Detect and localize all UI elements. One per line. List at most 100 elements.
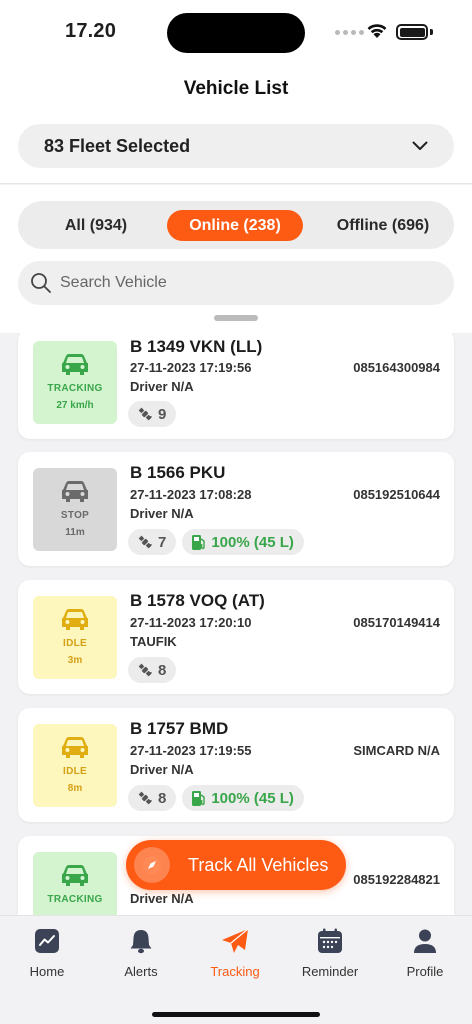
info-chips: 7 100% (45 L) [128, 529, 304, 555]
driver-name: Driver N/A [130, 762, 194, 777]
vehicle-list[interactable]: TRACKING 27 km/h B 1349 VKN (LL) 27-11-2… [0, 333, 472, 915]
phone-number: 085192510644 [353, 487, 440, 502]
tab-label: Home [29, 964, 65, 979]
track-all-vehicles-button[interactable]: Track All Vehicles [126, 840, 346, 890]
car-icon [62, 481, 88, 502]
fuel-pump-icon [192, 534, 206, 550]
fuel-chip: 100% (45 L) [182, 529, 304, 555]
last-update: 27-11-2023 17:20:10 [130, 615, 252, 630]
tab-label: Alerts [124, 964, 158, 979]
compass-icon [134, 847, 170, 883]
tab-profile[interactable]: Profile [378, 928, 472, 979]
info-chips: 8 100% (45 L) [128, 785, 304, 811]
header: Vehicle List 83 Fleet Selected [0, 62, 472, 184]
status-badge: TRACKING 27 km/h [33, 341, 117, 424]
bottom-tab-bar: Home Alerts Tracking Reminder Profile [0, 915, 472, 1024]
status-badge: STOP 11m [33, 468, 117, 551]
home-indicator [152, 1012, 320, 1017]
satellite-count: 9 [158, 405, 167, 423]
satellite-chip: 7 [128, 529, 177, 555]
plate-number: B 1566 PKU [130, 463, 226, 482]
cellular-signal-icon [335, 30, 364, 35]
plate-number: B 1578 VOQ (AT) [130, 591, 265, 610]
satellite-count: 8 [158, 789, 167, 807]
wifi-icon [367, 24, 387, 38]
status-filter: All (934) Online (238) Offline (696) [18, 201, 454, 249]
chevron-down-icon [412, 141, 428, 150]
tab-label: Tracking [210, 964, 260, 979]
phone-number: SIMCARD N/A [353, 743, 440, 758]
search-input[interactable] [60, 274, 420, 292]
vehicle-card[interactable]: IDLE 8m B 1757 BMD 27-11-2023 17:19:55 S… [18, 708, 454, 822]
info-chips: 8 [128, 657, 177, 683]
car-icon [62, 609, 88, 630]
satellite-count: 8 [158, 661, 167, 679]
chart-icon [35, 929, 59, 953]
status-label: STOP [60, 510, 90, 521]
car-icon [62, 865, 88, 886]
phone-number: 085164300984 [353, 360, 440, 375]
plate-number: B 1757 BMD [130, 719, 229, 738]
car-icon [62, 737, 88, 758]
plate-number: B 1349 VKN (LL) [130, 337, 263, 356]
status-label: TRACKING [47, 894, 103, 905]
filter-offline-tab[interactable]: Offline (696) [321, 210, 445, 241]
fleet-dropdown[interactable]: 83 Fleet Selected [18, 124, 454, 168]
tab-tracking[interactable]: Tracking [188, 928, 282, 979]
fuel-level: 100% (45 L) [211, 789, 294, 807]
satellite-icon [138, 663, 152, 677]
status-bar: 17.20 [0, 0, 472, 62]
filter-all-tab[interactable]: All (934) [48, 210, 144, 241]
status-detail: 11m [65, 527, 85, 538]
battery-icon [396, 24, 428, 40]
status-detail: 8m [67, 783, 83, 794]
satellite-chip: 9 [128, 401, 177, 427]
tab-alerts[interactable]: Alerts [94, 928, 188, 979]
tab-label: Reminder [301, 964, 359, 979]
fleet-dropdown-label: 83 Fleet Selected [44, 135, 191, 156]
vehicle-card[interactable]: STOP 11m B 1566 PKU 27-11-2023 17:08:28 … [18, 452, 454, 566]
battery-cap [430, 29, 433, 35]
status-label: IDLE [63, 638, 87, 649]
last-update: 27-11-2023 17:19:55 [130, 743, 252, 758]
fuel-pump-icon [192, 790, 206, 806]
person-icon [414, 929, 436, 953]
phone-number: 085170149414 [353, 615, 440, 630]
search-bar [18, 261, 454, 305]
status-badge: TRACKING [33, 852, 117, 915]
car-icon [62, 354, 88, 375]
tab-label: Profile [406, 964, 444, 979]
sheet-drag-handle[interactable] [214, 315, 258, 321]
info-chips: 9 [128, 401, 177, 427]
tab-home[interactable]: Home [0, 928, 94, 979]
satellite-icon [138, 407, 152, 421]
last-update: 27-11-2023 17:19:56 [130, 360, 252, 375]
bell-icon [130, 930, 152, 954]
driver-name: TAUFIK [130, 634, 177, 649]
satellite-icon [138, 535, 152, 549]
phone-number: 085192284821 [353, 872, 440, 887]
driver-name: Driver N/A [130, 891, 194, 906]
fuel-chip: 100% (45 L) [182, 785, 304, 811]
tab-reminder[interactable]: Reminder [283, 928, 377, 979]
status-time: 17.20 [65, 20, 117, 42]
track-all-label: Track All Vehicles [188, 854, 329, 875]
status-label: TRACKING [47, 383, 103, 394]
driver-name: Driver N/A [130, 379, 194, 394]
status-badge: IDLE 8m [33, 724, 117, 807]
calendar-icon [318, 928, 342, 953]
vehicle-card[interactable]: IDLE 3m B 1578 VOQ (AT) 27-11-2023 17:20… [18, 580, 454, 694]
page-title: Vehicle List [183, 78, 289, 99]
dynamic-island [167, 13, 305, 53]
search-icon [31, 273, 51, 293]
satellite-icon [138, 791, 152, 805]
fuel-level: 100% (45 L) [211, 533, 294, 551]
filter-online-tab[interactable]: Online (238) [167, 210, 303, 241]
filter-area: All (934) Online (238) Offline (696) [0, 185, 472, 333]
driver-name: Driver N/A [130, 506, 194, 521]
satellite-chip: 8 [128, 785, 177, 811]
last-update: 27-11-2023 17:08:28 [130, 487, 252, 502]
status-badge: IDLE 3m [33, 596, 117, 679]
vehicle-card[interactable]: TRACKING 27 km/h B 1349 VKN (LL) 27-11-2… [18, 333, 454, 439]
paper-plane-icon [222, 928, 249, 953]
